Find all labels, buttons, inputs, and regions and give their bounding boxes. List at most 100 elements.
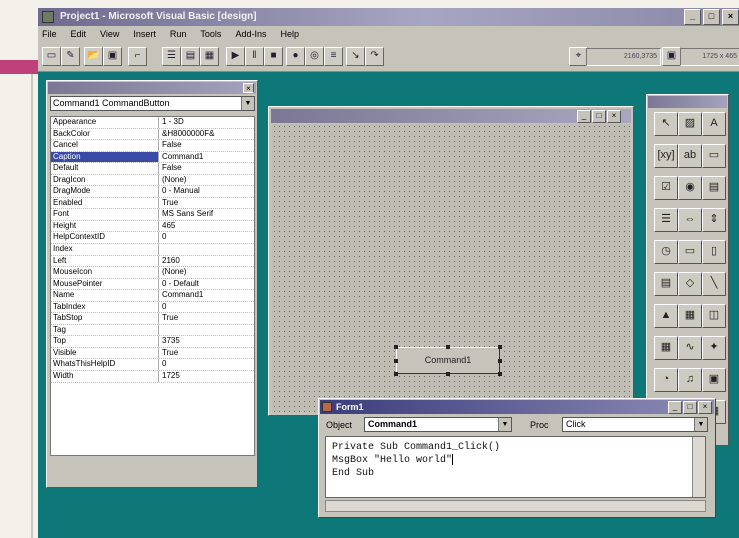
- line-icon[interactable]: ╲: [702, 272, 726, 296]
- property-row[interactable]: Visible True: [51, 347, 254, 360]
- commandbutton-icon[interactable]: ▭: [702, 144, 726, 168]
- property-row[interactable]: BackColor &H8000000F&: [51, 128, 254, 141]
- form-close-button[interactable]: ×: [607, 110, 621, 123]
- property-row[interactable]: HelpContextID 0: [51, 232, 254, 245]
- property-value[interactable]: Command1: [159, 152, 254, 163]
- object-dropdown[interactable]: Command1 ▼: [364, 417, 512, 432]
- maximize-button[interactable]: □: [703, 9, 720, 25]
- form-maximize-button[interactable]: □: [592, 110, 606, 123]
- graph-icon[interactable]: ∿: [678, 336, 702, 360]
- menu-file[interactable]: File: [42, 26, 57, 42]
- property-row[interactable]: Tag: [51, 324, 254, 337]
- property-row[interactable]: MousePointer 0 - Default: [51, 278, 254, 291]
- code-window-title[interactable]: Form1: [320, 400, 714, 414]
- step-over-icon[interactable]: ↷: [365, 47, 384, 66]
- combobox-icon[interactable]: ▤: [702, 176, 726, 200]
- property-value[interactable]: 0: [159, 359, 254, 370]
- toolbox-titlebar[interactable]: [648, 96, 727, 108]
- property-value[interactable]: MS Sans Serif: [159, 209, 254, 220]
- proc-dropdown[interactable]: Click ▼: [562, 417, 708, 432]
- frame-icon[interactable]: [xy]: [654, 144, 678, 168]
- data-icon[interactable]: ▦: [678, 304, 702, 328]
- property-row[interactable]: Default False: [51, 163, 254, 175]
- shape-icon[interactable]: ◇: [678, 272, 702, 296]
- new-form-icon[interactable]: ▭: [42, 47, 61, 66]
- property-value[interactable]: True: [159, 348, 254, 359]
- menu-insert[interactable]: Insert: [133, 26, 156, 42]
- property-row[interactable]: WhatsThisHelpID 0: [51, 359, 254, 372]
- instant-watch-icon[interactable]: ◎: [305, 47, 324, 66]
- property-value[interactable]: 1725: [159, 371, 254, 382]
- property-row[interactable]: Font MS Sans Serif: [51, 209, 254, 221]
- start-icon[interactable]: ▶: [226, 47, 245, 66]
- open-project-icon[interactable]: 📂: [84, 47, 103, 66]
- property-row[interactable]: MouseIcon (None): [51, 267, 254, 279]
- end-icon[interactable]: ■: [264, 47, 283, 66]
- minimize-button[interactable]: _: [684, 9, 701, 25]
- property-value[interactable]: [159, 244, 254, 255]
- menu-tools[interactable]: Tools: [200, 26, 221, 42]
- vertical-scrollbar[interactable]: [692, 437, 705, 497]
- property-value[interactable]: 465: [159, 221, 254, 232]
- break-icon[interactable]: ‖: [245, 47, 264, 66]
- property-row[interactable]: Enabled True: [51, 197, 254, 210]
- drivelist-icon[interactable]: ▭: [678, 240, 702, 264]
- menu-run[interactable]: Run: [170, 26, 187, 42]
- code-minimize-button[interactable]: _: [668, 401, 682, 414]
- resize-handle[interactable]: [498, 359, 502, 363]
- label-icon[interactable]: A: [702, 112, 726, 136]
- calls-icon[interactable]: ≡: [324, 47, 343, 66]
- property-row[interactable]: DragIcon (None): [51, 174, 254, 187]
- property-row[interactable]: Width 1725: [51, 371, 254, 383]
- spin-icon[interactable]: ✦: [702, 336, 726, 360]
- property-row[interactable]: Top 3735: [51, 336, 254, 348]
- menu-edit[interactable]: Edit: [71, 26, 87, 42]
- property-value[interactable]: Command1: [159, 290, 254, 301]
- property-value[interactable]: 2160: [159, 256, 254, 267]
- gauge-icon[interactable]: ◔: [654, 368, 678, 392]
- property-value[interactable]: True: [159, 313, 254, 324]
- grid-icon[interactable]: ▦: [654, 336, 678, 360]
- resize-handle[interactable]: [394, 359, 398, 363]
- chevron-down-icon[interactable]: ▼: [241, 97, 254, 110]
- property-row[interactable]: Cancel False: [51, 140, 254, 152]
- project-explorer-icon[interactable]: ▦: [200, 47, 219, 66]
- property-value[interactable]: 0 - Manual: [159, 186, 254, 197]
- dirlist-icon[interactable]: ▯: [702, 240, 726, 264]
- chevron-down-icon[interactable]: ▼: [694, 418, 707, 431]
- property-row[interactable]: Height 465: [51, 220, 254, 233]
- hscroll-icon[interactable]: ⇔: [678, 208, 702, 232]
- property-value[interactable]: True: [159, 198, 254, 209]
- command1-button[interactable]: Command1: [396, 347, 500, 374]
- property-row[interactable]: TabIndex 0: [51, 301, 254, 314]
- code-close-button[interactable]: ×: [698, 401, 712, 414]
- property-value[interactable]: 0 - Default: [159, 279, 254, 290]
- code-maximize-button[interactable]: □: [683, 401, 697, 414]
- mci-icon[interactable]: ♫: [678, 368, 702, 392]
- vscroll-icon[interactable]: ⇕: [702, 208, 726, 232]
- commondialog-icon[interactable]: ▣: [702, 368, 726, 392]
- new-module-icon[interactable]: ✎: [61, 47, 80, 66]
- properties-titlebar[interactable]: [48, 82, 256, 94]
- picturebox-icon[interactable]: ▨: [678, 112, 702, 136]
- save-project-icon[interactable]: ▣: [103, 47, 122, 66]
- property-row[interactable]: Index: [51, 244, 254, 256]
- property-row[interactable]: TabStop True: [51, 313, 254, 325]
- code-editor[interactable]: Private Sub Command1_Click() MsgBox "Hel…: [325, 436, 706, 498]
- checkbox-icon[interactable]: ☑: [654, 176, 678, 200]
- optionbutton-icon[interactable]: ◉: [678, 176, 702, 200]
- toggle-breakpoint-icon[interactable]: ●: [286, 47, 305, 66]
- chevron-down-icon[interactable]: ▼: [498, 418, 511, 431]
- horizontal-scrollbar[interactable]: [325, 500, 706, 512]
- property-value[interactable]: (None): [159, 175, 254, 186]
- property-value[interactable]: (None): [159, 267, 254, 278]
- property-value[interactable]: 3735: [159, 336, 254, 347]
- resize-handle[interactable]: [498, 372, 502, 376]
- property-value[interactable]: 0: [159, 232, 254, 243]
- lock-controls-icon[interactable]: ⌐: [128, 47, 147, 66]
- property-value[interactable]: &H8000000F&: [159, 129, 254, 140]
- menu-editor-icon[interactable]: ☰: [162, 47, 181, 66]
- property-value[interactable]: False: [159, 140, 254, 151]
- properties-close-button[interactable]: ×: [243, 83, 254, 93]
- listbox-icon[interactable]: ☰: [654, 208, 678, 232]
